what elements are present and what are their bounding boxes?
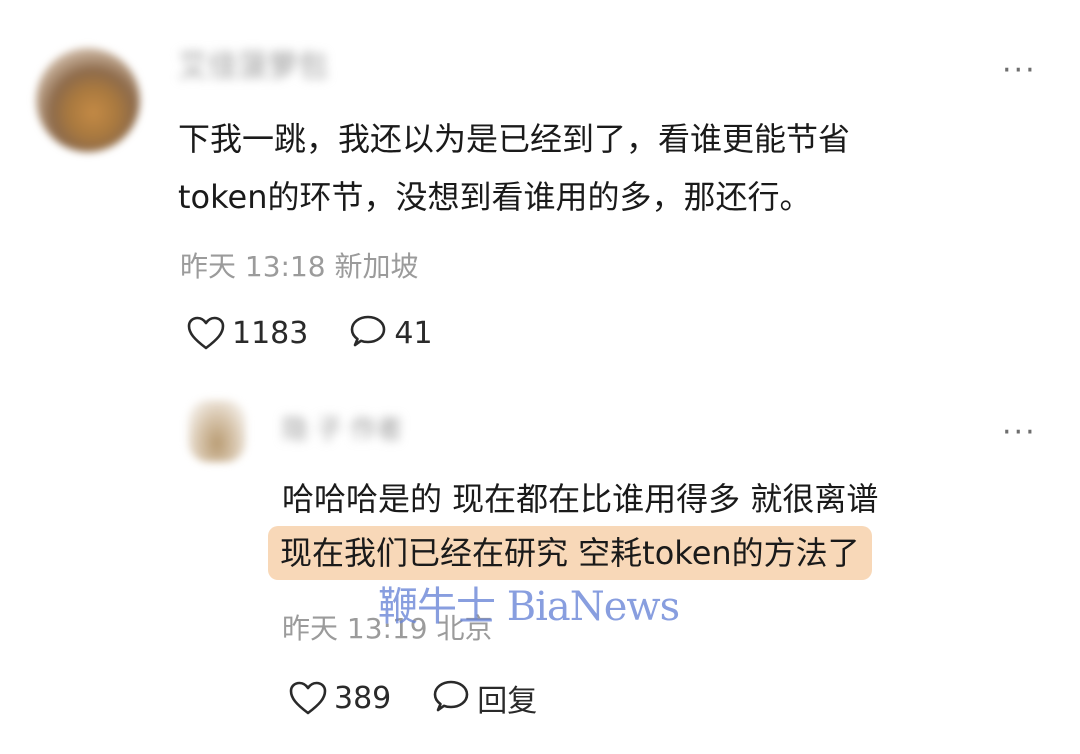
more-options-icon[interactable]: ··· — [1002, 56, 1037, 86]
like-button[interactable]: 1183 — [186, 315, 308, 351]
like-count: 389 — [334, 680, 392, 716]
reply-actions: 389 回复 — [288, 676, 577, 720]
comment-date: 昨天 — [180, 250, 237, 283]
comment-text-line-2: token的环节，没想到看谁用的多，那还行。 — [178, 178, 812, 216]
comment-time: 13:18 — [244, 250, 326, 283]
comment-location: 新加坡 — [334, 250, 419, 283]
watermark: 鞭牛士 BiaNews — [378, 584, 680, 630]
more-options-icon[interactable]: ··· — [1002, 418, 1037, 448]
comment-meta: 昨天 13:18 新加坡 — [180, 250, 419, 284]
speech-bubble-icon — [351, 315, 386, 347]
avatar[interactable] — [36, 48, 140, 152]
heart-outline-icon — [187, 316, 225, 350]
reply-text-line-1: 哈哈哈是的 现在都在比谁用得多 就很离谱 — [282, 480, 879, 518]
reply-date: 昨天 — [282, 612, 339, 645]
reply-username[interactable]: 隐 子 作者 — [282, 412, 452, 448]
reply-count: 41 — [394, 315, 433, 351]
reply-text-line-2: 现在我们已经在研究 空耗token的方法了 — [280, 534, 860, 572]
like-count: 1183 — [232, 315, 309, 351]
speech-bubble-icon — [433, 680, 469, 712]
reply-button[interactable]: 41 — [348, 314, 433, 352]
comment-text-line-1: 下我一跳，我还以为是已经到了，看谁更能节省 — [178, 120, 851, 158]
username[interactable]: 艾佳菠萝包 — [178, 50, 378, 84]
reply-button[interactable]: 回复 — [431, 676, 537, 720]
comment-actions: 1183 41 — [186, 314, 473, 352]
heart-outline-icon — [289, 681, 327, 715]
reply-highlight: 现在我们已经在研究 空耗token的方法了 — [268, 526, 872, 580]
reply-avatar[interactable] — [188, 400, 246, 462]
reply-label: 回复 — [477, 684, 538, 719]
like-button[interactable]: 389 — [288, 680, 391, 716]
